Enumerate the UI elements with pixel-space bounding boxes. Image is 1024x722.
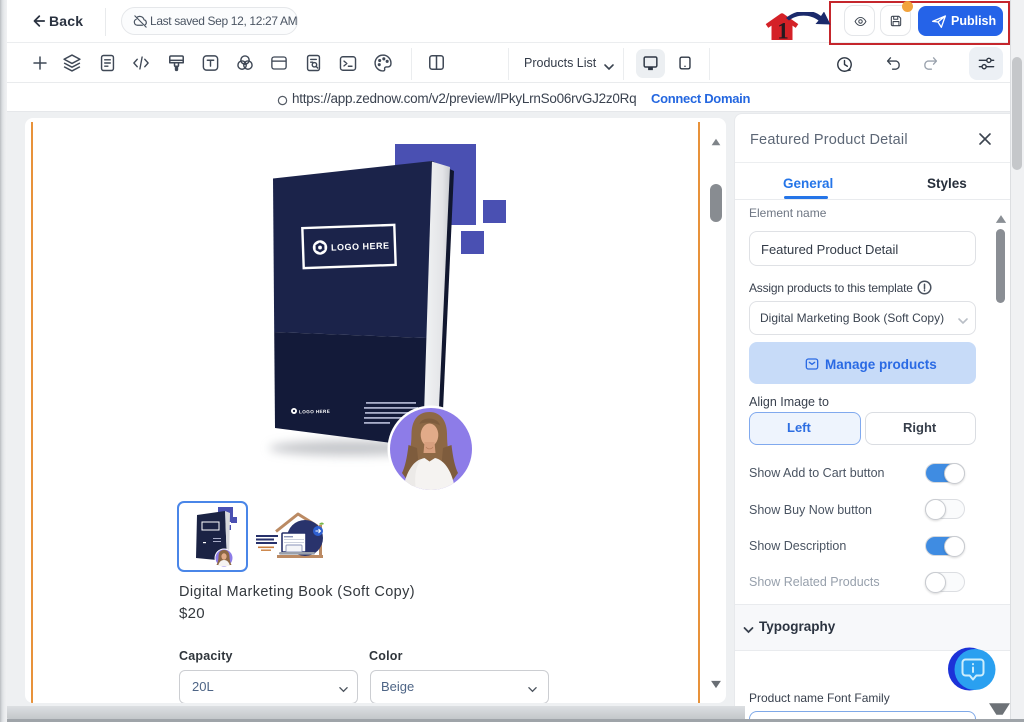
svg-text:LOGO HERE: LOGO HERE — [299, 409, 330, 415]
svg-text:1: 1 — [777, 19, 789, 44]
svg-text:LOGO HERE: LOGO HERE — [331, 241, 390, 253]
